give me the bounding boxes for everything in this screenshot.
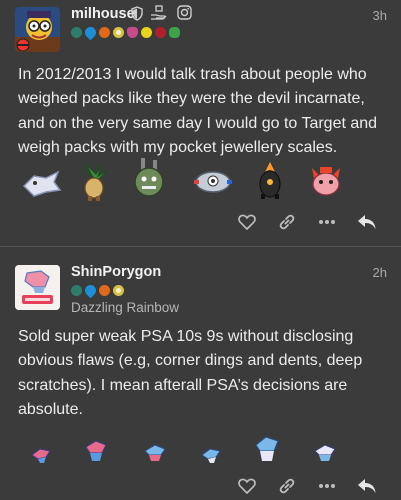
sprite-icon: [144, 444, 166, 461]
sprite-icon: [134, 158, 164, 197]
post-time[interactable]: 3h: [373, 8, 387, 23]
sprite-icon: [201, 448, 221, 463]
more-options-button[interactable]: [307, 208, 347, 236]
water-drop-icon[interactable]: [82, 24, 99, 41]
heart-icon[interactable]: [127, 27, 138, 38]
sprite-icon: [31, 448, 51, 463]
reply-button[interactable]: [347, 472, 387, 500]
ellipsis-icon: [319, 484, 335, 488]
post-actions: [227, 472, 387, 500]
heart-icon: [238, 214, 256, 230]
badge-row: [71, 282, 124, 299]
badge-icon[interactable]: [71, 27, 82, 38]
link-icon: [279, 214, 295, 230]
heart-icon: [238, 478, 256, 494]
coin-icon[interactable]: [141, 27, 152, 38]
reply-icon: [358, 215, 376, 229]
post-time[interactable]: 2h: [373, 265, 387, 280]
reply-button[interactable]: [347, 208, 387, 236]
sprite-icon: [312, 167, 340, 196]
flower-icon[interactable]: [113, 27, 124, 38]
badge-icon[interactable]: [71, 285, 82, 296]
leaf-icon[interactable]: [169, 27, 180, 38]
post-actions: [227, 208, 387, 236]
avatar[interactable]: [15, 265, 60, 310]
copy-link-button[interactable]: [267, 208, 307, 236]
ellipsis-icon: [319, 220, 335, 224]
sprite-icon: [194, 171, 232, 193]
sprite-icon: [259, 162, 281, 199]
like-button[interactable]: [227, 472, 267, 500]
username[interactable]: milhouse: [71, 6, 135, 22]
post-shinporygon: ShinPorygon 2h Dazzling Rainbow Sold sup…: [0, 247, 401, 500]
sprite-icon: [314, 444, 336, 461]
hand-gift-icon: [150, 5, 167, 26]
copy-link-button[interactable]: [267, 472, 307, 500]
avatar[interactable]: [15, 7, 60, 52]
sprite-icon: [22, 170, 62, 197]
like-button[interactable]: [227, 208, 267, 236]
badge-row: [71, 24, 180, 41]
post-milhouse: milhouse 3h In 2012/2013 I would talk tr…: [0, 0, 401, 246]
flower-icon[interactable]: [113, 285, 124, 296]
more-options-button[interactable]: [307, 472, 347, 500]
reply-icon: [358, 479, 376, 493]
badge-icon[interactable]: [155, 27, 166, 38]
badge-icon[interactable]: [99, 285, 110, 296]
badge-icon[interactable]: [99, 27, 110, 38]
pokemon-sprite-row: [0, 433, 401, 467]
user-title: Dazzling Rainbow: [71, 300, 180, 315]
username[interactable]: ShinPorygon: [71, 264, 161, 280]
sprite-icon: [81, 163, 109, 201]
instagram-icon[interactable]: [177, 5, 192, 25]
link-icon: [279, 478, 295, 494]
shield-icon: [131, 6, 143, 26]
pokemon-sprite-row: [0, 158, 401, 202]
post-body: In 2012/2013 I would talk trash about pe…: [18, 66, 378, 156]
water-drop-icon[interactable]: [82, 282, 99, 299]
sprite-icon: [255, 436, 279, 461]
sprite-icon: [85, 440, 107, 461]
post-body: Sold super weak PSA 10s 9s without discl…: [18, 328, 363, 418]
